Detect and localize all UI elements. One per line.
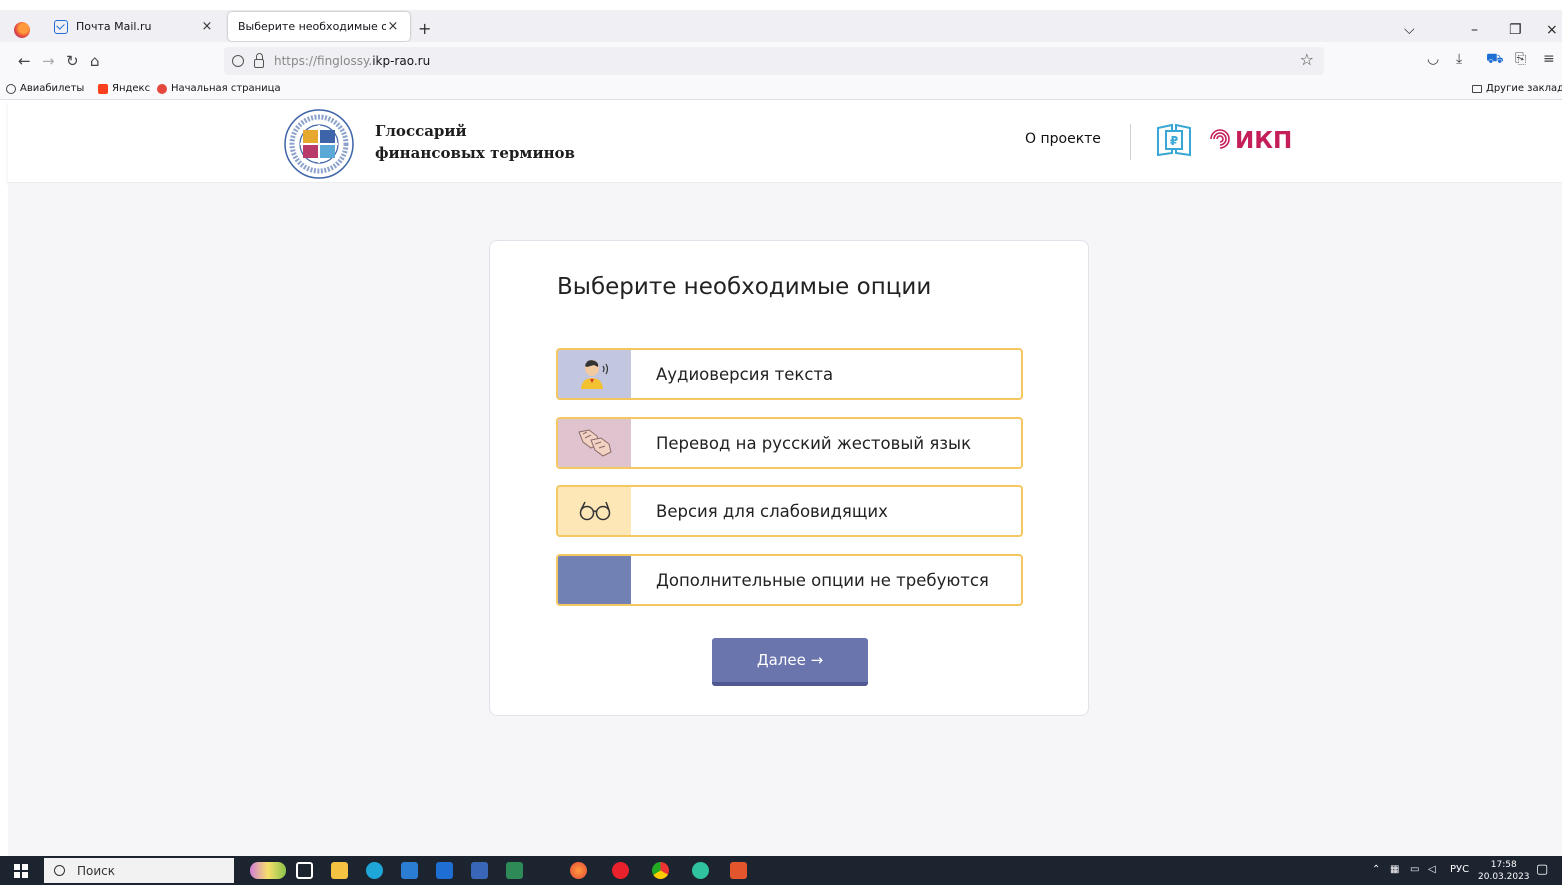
bookmark-label: Начальная страница [171,83,281,94]
volume-icon[interactable]: ◁ [1428,864,1436,875]
bookmarks-toolbar: Авиабилеты Яндекс Начальная страница Дру… [0,80,1562,100]
cart-icon[interactable]: ⛟ [1486,51,1504,69]
bookmark-aviatickets[interactable]: Авиабилеты [6,83,84,94]
option-low-vision[interactable]: Версия для слабовидящих [556,485,1023,537]
search-icon [54,865,65,876]
yandex-icon [98,83,108,94]
chrome-icon[interactable] [652,862,669,879]
close-window-icon[interactable]: × [1546,22,1558,38]
excel-icon[interactable] [506,862,523,879]
url-host: ikp-rao.ru [372,54,431,68]
about-project-link[interactable]: О проекте [1025,131,1101,147]
glasses-icon [558,487,631,535]
site-header: Глоссарий финансовых терминов О проекте … [8,101,1562,183]
tab-label: Выберите необходимые опции [238,20,386,33]
store-icon[interactable] [401,862,418,879]
powerpoint-icon[interactable] [730,862,747,879]
site-title-line2: финансовых терминов [375,144,575,162]
taskbar-clock[interactable]: 17:58 20.03.2023 [1478,859,1530,883]
svg-text:₽: ₽ [1170,134,1178,148]
header-divider [1130,124,1131,160]
messenger-icon[interactable] [692,862,709,879]
option-label: Перевод на русский жестовый язык [656,433,972,453]
card-title: Выберите необходимые опции [557,274,932,300]
windows-taskbar: Поиск ⌃ ▦ ▭ ◁ РУС 17:58 20.03.2023 ▢ [0,856,1562,885]
options-card: Выберите необходимые опции Аудиоверсия т… [489,240,1089,716]
bookmark-label: Авиабилеты [20,83,85,94]
home-icon[interactable]: ⌂ [90,52,100,70]
pocket-icon[interactable]: ◡ [1427,51,1439,67]
forward-icon[interactable]: → [42,52,55,70]
ikp-logo[interactable]: ИКП [1205,124,1305,154]
new-tab-icon[interactable]: + [418,19,431,38]
clock-date: 20.03.2023 [1478,872,1530,882]
back-icon[interactable]: ← [18,52,31,70]
firefox-taskbar-icon[interactable] [570,862,587,879]
menu-icon[interactable]: ≡ [1543,51,1555,67]
ikp-logo-text: ИКП [1235,128,1292,154]
edge-icon[interactable] [366,862,383,879]
url-scheme: https://finglossy. [274,54,373,68]
bookmark-start-page[interactable]: Начальная страница [157,83,281,94]
start-page-icon [157,83,167,94]
flowers-widget-icon[interactable] [250,862,286,879]
tracking-shield-icon[interactable] [232,55,244,67]
speaking-person-icon [558,350,631,398]
tray-apps-icon[interactable]: ▦ [1390,864,1399,875]
task-view-icon[interactable] [296,862,313,879]
bookmark-label: Яндекс [112,83,151,94]
notifications-icon[interactable]: ▢ [1536,862,1548,877]
option-label: Версия для слабовидящих [656,501,888,521]
site-title[interactable]: Глоссарий финансовых терминов [375,120,575,164]
tray-chevron-icon[interactable]: ⌃ [1372,864,1380,875]
address-bar[interactable]: https://finglossy. ikp-rao.ru ☆ [224,47,1324,75]
option-no-additional[interactable]: Дополнительные опции не требуются [556,554,1023,606]
option-audio-version[interactable]: Аудиоверсия текста [556,348,1023,400]
mail-icon [54,19,68,34]
other-bookmarks[interactable]: Другие закладки [1472,83,1562,94]
blank-icon [558,556,631,604]
other-bookmarks-label: Другие закладки [1486,83,1562,94]
globe-icon [6,83,16,94]
option-label: Аудиоверсия текста [656,364,834,384]
lock-icon[interactable] [254,52,264,68]
next-button[interactable]: Далее → [712,638,868,686]
glossary-seal-logo[interactable] [283,108,355,180]
site-title-line1: Глоссарий [375,122,467,140]
tab-mail[interactable]: Почта Mail.ru × [44,12,224,41]
downloads-icon[interactable]: ⤓ [1456,51,1462,67]
yandex-browser-icon[interactable] [612,862,629,879]
bookmark-yandex[interactable]: Яндекс [98,83,150,94]
tab-options[interactable]: Выберите необходимые опции × [228,12,410,41]
taskbar-search-label: Поиск [77,863,116,878]
restore-icon[interactable]: ❐ [1509,22,1522,38]
navigation-toolbar: ← → ↻ ⌂ https://finglossy. ikp-rao.ru ☆ … [0,42,1562,80]
sign-language-hands-icon [558,419,631,467]
close-icon[interactable]: × [200,19,214,34]
network-icon[interactable]: ▭ [1410,864,1419,875]
ruble-book-logo[interactable]: ₽ [1156,122,1192,156]
word-icon[interactable] [471,862,488,879]
reload-icon[interactable]: ↻ [66,52,79,70]
tab-label: Почта Mail.ru [76,20,152,33]
clock-time: 17:58 [1490,860,1517,870]
option-sign-language[interactable]: Перевод на русский жестовый язык [556,417,1023,469]
browser-tab-bar: Почта Mail.ru × Выберите необходимые опц… [0,0,1562,42]
folder-icon [1472,84,1482,93]
language-indicator[interactable]: РУС [1450,864,1469,875]
tab-list-chevron-icon[interactable]: ⌵ [1404,22,1415,38]
option-label: Дополнительные опции не требуются [656,570,989,590]
taskbar-search[interactable]: Поиск [44,858,234,883]
bookmark-star-icon[interactable]: ☆ [1300,50,1314,69]
close-icon[interactable]: × [386,19,400,34]
extensions-icon[interactable]: ⎘ [1515,51,1526,67]
mail-app-icon[interactable] [436,862,453,879]
minimize-icon[interactable]: – [1471,22,1478,38]
windows-start-icon[interactable] [14,864,28,878]
file-explorer-icon[interactable] [331,862,348,879]
firefox-icon[interactable] [14,22,30,38]
